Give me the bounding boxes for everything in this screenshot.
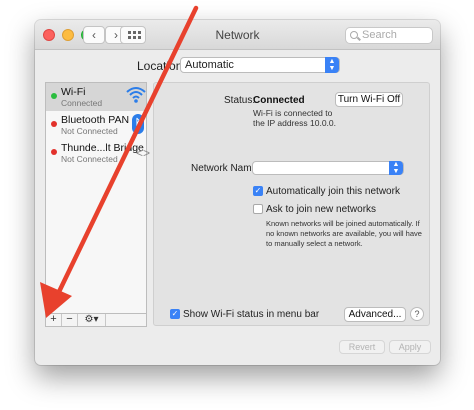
- annotation-arrow: [40, 5, 199, 318]
